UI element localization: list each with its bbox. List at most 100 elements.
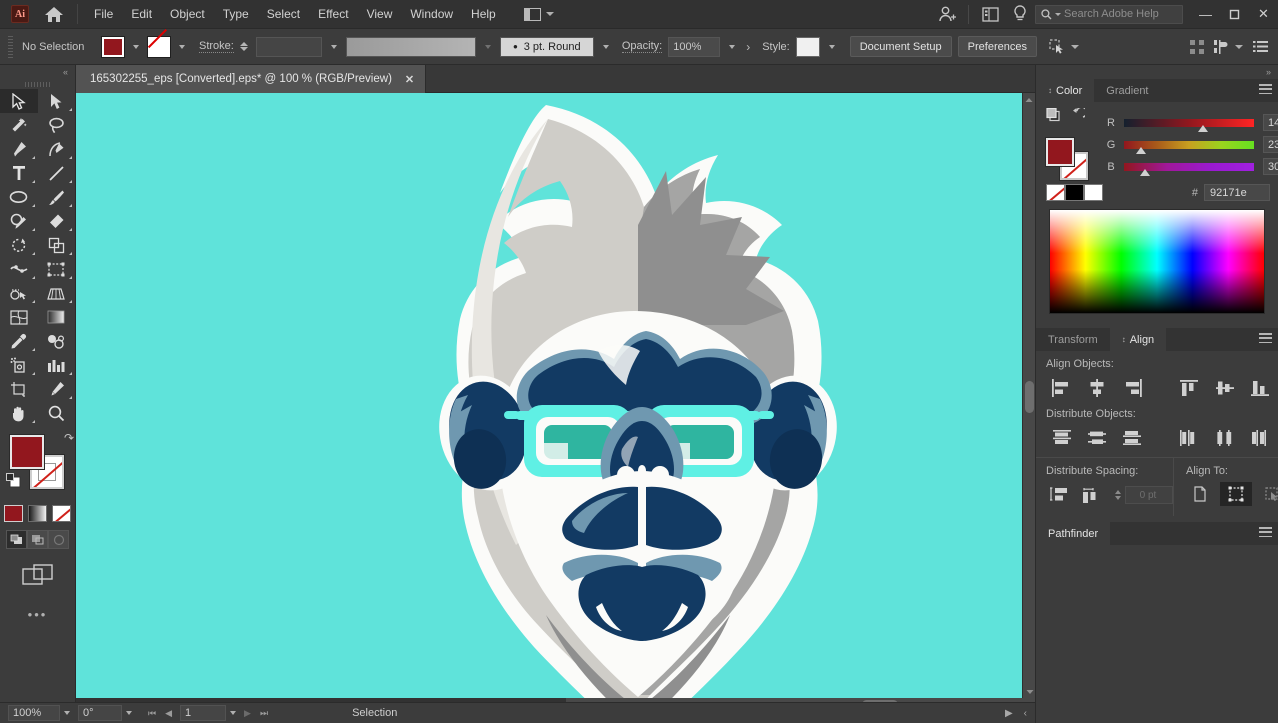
vertical-distribute-center-button[interactable]: [1079, 425, 1114, 451]
rotation-chevron-down-icon[interactable]: [126, 711, 132, 715]
channel-slider-b[interactable]: [1124, 162, 1254, 176]
hex-value-field[interactable]: 92171e: [1204, 184, 1270, 201]
vertical-align-center-button[interactable]: [1207, 375, 1242, 401]
vertical-scrollbar-thumb[interactable]: [1025, 381, 1034, 413]
select-similar-button[interactable]: [1049, 39, 1079, 54]
artboard-chevron-down-icon[interactable]: [230, 711, 237, 715]
ellipse-tool[interactable]: [0, 185, 38, 209]
prev-artboard-icon[interactable]: ◀: [165, 708, 172, 719]
type-tool[interactable]: [0, 161, 38, 185]
shape-builder-tool[interactable]: [0, 281, 38, 305]
pathfinder-panel-menu-button[interactable]: [1259, 527, 1272, 537]
fill-chevron-down-icon[interactable]: [133, 44, 139, 49]
zoom-chevron-down-icon[interactable]: [64, 711, 70, 715]
stroke-weight-chevron-down-icon[interactable]: [330, 44, 337, 49]
channel-value-r[interactable]: 146: [1263, 114, 1278, 131]
first-artboard-icon[interactable]: ⏮: [148, 708, 156, 719]
menu-type[interactable]: Type: [214, 3, 258, 25]
change-screen-mode-button[interactable]: [0, 563, 75, 587]
fill-color-swatch-large[interactable]: [9, 434, 45, 470]
dock-collapse-button[interactable]: »: [1036, 65, 1278, 79]
rotation-field[interactable]: 0°: [78, 705, 122, 721]
lasso-tool[interactable]: [38, 113, 76, 137]
panels-icon[interactable]: [975, 0, 1005, 28]
distribute-button[interactable]: [1214, 39, 1243, 54]
horizontal-distribute-right-button[interactable]: [1243, 425, 1278, 451]
maximize-button[interactable]: [1220, 0, 1249, 28]
scale-tool[interactable]: [38, 233, 76, 257]
home-icon[interactable]: [43, 3, 65, 25]
free-transform-tool[interactable]: [38, 257, 76, 281]
draw-normal-button[interactable]: [6, 530, 27, 549]
user-add-icon[interactable]: [932, 0, 962, 28]
gorilla-mascot-illustration[interactable]: [76, 93, 1022, 698]
vertical-distribute-top-button[interactable]: [1044, 425, 1079, 451]
menu-effect[interactable]: Effect: [309, 3, 357, 25]
align-to-artboard-button[interactable]: [1184, 482, 1216, 506]
close-button[interactable]: ✕: [1249, 0, 1278, 28]
mesh-tool[interactable]: [0, 305, 38, 329]
tab-gradient[interactable]: Gradient: [1094, 79, 1161, 102]
vertical-align-top-button[interactable]: [1172, 375, 1207, 401]
blend-tool[interactable]: [38, 329, 76, 353]
spacing-value-field[interactable]: 0 pt: [1124, 486, 1173, 504]
tab-align[interactable]: ↕ Align: [1109, 328, 1167, 351]
align-panel-menu-button[interactable]: [1259, 333, 1272, 343]
vertical-distribute-bottom-button[interactable]: [1115, 425, 1150, 451]
zoom-level-field[interactable]: 100%: [8, 705, 60, 721]
horizontal-distribute-left-button[interactable]: [1172, 425, 1207, 451]
panel-fill-swatch[interactable]: [1045, 137, 1075, 167]
menu-select[interactable]: Select: [258, 3, 309, 25]
hand-tool[interactable]: [0, 401, 38, 425]
symbol-sprayer-tool[interactable]: [0, 353, 38, 377]
channel-value-g[interactable]: 23: [1263, 136, 1278, 153]
rotate-tool[interactable]: [0, 233, 38, 257]
tab-color[interactable]: ↕ Color: [1036, 79, 1095, 102]
default-fill-stroke-icon[interactable]: [6, 473, 21, 488]
stroke-profile-field[interactable]: [345, 36, 476, 57]
vertical-align-bottom-button[interactable]: [1243, 375, 1278, 401]
paintbrush-tool[interactable]: [38, 185, 76, 209]
column-graph-tool[interactable]: [38, 353, 76, 377]
more-tools-button[interactable]: •••: [0, 607, 75, 622]
align-to-key-object-button[interactable]: [1256, 482, 1278, 506]
horizontal-distribute-center-button[interactable]: [1207, 425, 1242, 451]
gradient-mode-button[interactable]: [28, 505, 47, 522]
line-segment-tool[interactable]: [38, 161, 76, 185]
brush-definition-field[interactable]: • 3 pt. Round: [499, 36, 594, 57]
tab-transform[interactable]: Transform: [1036, 328, 1110, 351]
color-spectrum-picker[interactable]: [1049, 209, 1265, 314]
eyedropper-tool[interactable]: [0, 329, 38, 353]
last-artboard-icon[interactable]: ⏭: [260, 708, 268, 719]
stroke-weight-stepper[interactable]: [239, 42, 248, 51]
pen-tool[interactable]: [0, 137, 38, 161]
close-icon[interactable]: ✕: [402, 73, 417, 86]
channel-value-b[interactable]: 30: [1263, 158, 1278, 175]
artboard-number-field[interactable]: 1: [180, 705, 227, 721]
overflow-chevron-right-icon[interactable]: ›: [746, 40, 750, 54]
magic-wand-tool[interactable]: [0, 113, 38, 137]
menu-help[interactable]: Help: [462, 3, 505, 25]
opacity-chevron-down-icon[interactable]: [729, 44, 736, 49]
opacity-field[interactable]: 100%: [668, 36, 721, 57]
minimize-button[interactable]: —: [1191, 0, 1220, 28]
lightbulb-icon[interactable]: [1005, 0, 1035, 28]
curvature-tool[interactable]: [38, 137, 76, 161]
stroke-chevron-down-icon[interactable]: [179, 44, 185, 49]
vertical-distribute-space-button[interactable]: [1044, 482, 1076, 508]
artboard-tool[interactable]: [0, 377, 38, 401]
eraser-tool[interactable]: [38, 209, 76, 233]
draw-inside-button[interactable]: [48, 530, 69, 549]
none-swatch[interactable]: [1046, 184, 1065, 201]
graphic-style-swatch[interactable]: [795, 36, 820, 57]
channel-slider-g[interactable]: [1124, 140, 1254, 154]
tab-pathfinder[interactable]: Pathfinder: [1036, 522, 1111, 545]
swap-fill-stroke-icon[interactable]: ↷: [64, 431, 74, 445]
menu-edit[interactable]: Edit: [122, 3, 161, 25]
gradient-tool[interactable]: [38, 305, 76, 329]
spacing-stepper[interactable]: [1114, 490, 1121, 500]
stroke-label[interactable]: Stroke:: [199, 40, 234, 53]
color-mode-button[interactable]: [4, 505, 23, 522]
style-chevron-down-icon[interactable]: [828, 44, 835, 49]
fill-color-swatch[interactable]: [101, 35, 125, 58]
